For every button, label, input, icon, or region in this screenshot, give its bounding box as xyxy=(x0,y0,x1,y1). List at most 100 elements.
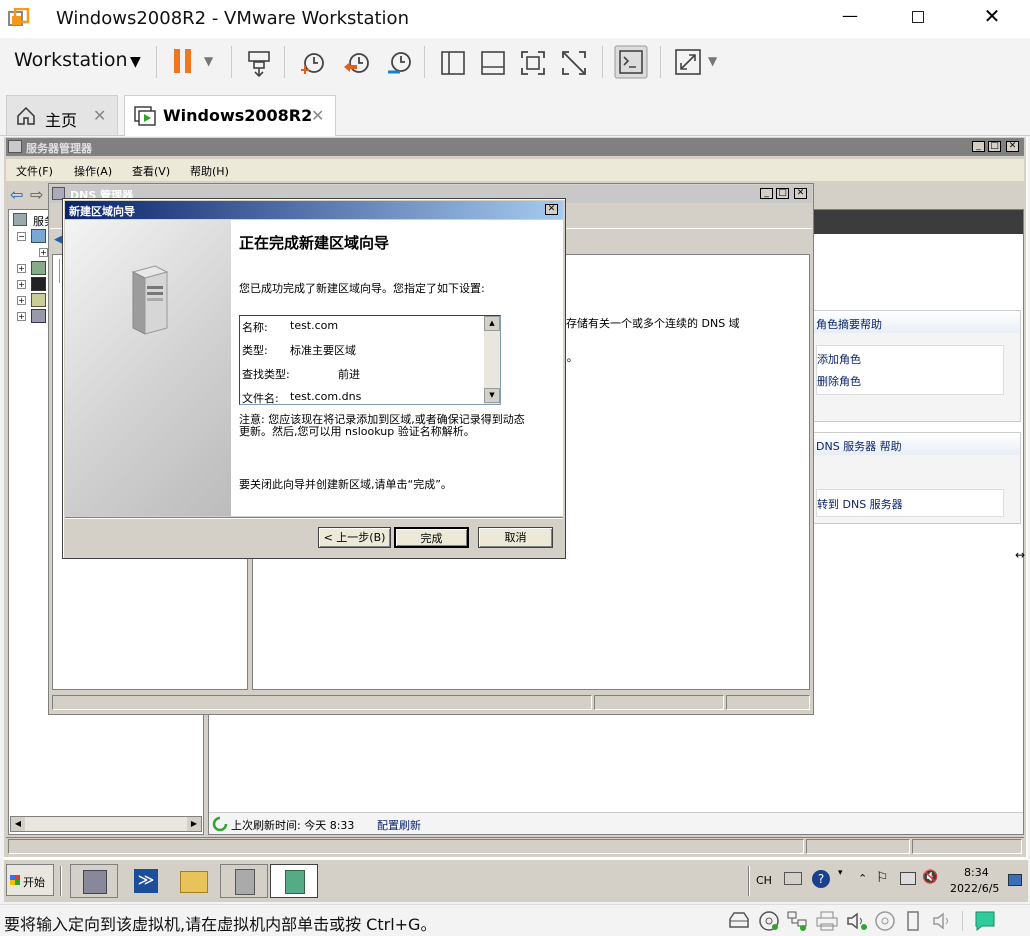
tab-home[interactable]: 主页 ✕ xyxy=(6,95,118,135)
server-manager-titlebar: 服务器管理器 _ □ ✕ xyxy=(6,138,1024,156)
configure-refresh-link[interactable]: 配置刷新 xyxy=(377,817,421,833)
keyboard-icon[interactable] xyxy=(784,872,802,885)
clock-time[interactable]: 8:34 xyxy=(964,866,989,879)
status-cell xyxy=(806,839,910,854)
role-summary-help-link[interactable]: 角色摘要帮助 xyxy=(816,316,882,332)
language-indicator[interactable]: CH xyxy=(756,874,772,887)
status-separator xyxy=(962,911,963,931)
home-icon xyxy=(17,106,35,125)
taskbar-server-manager-button[interactable] xyxy=(70,864,118,898)
new-zone-wizard-dialog: 新建区域向导 ✕ 正在完成新建区域向导 您已成功完成了新建区域向导。您指定了如下… xyxy=(62,198,566,559)
printer-icon[interactable] xyxy=(816,911,838,931)
unity-mode-icon[interactable] xyxy=(561,50,587,76)
hard-disk-icon[interactable] xyxy=(728,911,750,931)
audio-icon[interactable] xyxy=(932,911,954,931)
close-button[interactable]: ✕ xyxy=(982,4,1002,30)
setting-value: test.com xyxy=(290,319,339,332)
ime-options-icon[interactable]: ▾ xyxy=(838,868,843,878)
full-screen-icon[interactable] xyxy=(520,50,546,76)
workstation-dropdown-icon[interactable]: ▼ xyxy=(130,54,141,70)
snapshot-take-icon[interactable] xyxy=(298,48,328,78)
help-icon[interactable]: ? xyxy=(812,870,830,888)
scroll-right-icon[interactable]: ▶ xyxy=(187,817,201,831)
setting-label: 类型: xyxy=(242,344,268,357)
wizard-heading: 正在完成新建区域向导 xyxy=(239,234,390,252)
stretch-dropdown-icon[interactable]: ▼ xyxy=(708,54,717,68)
settings-listbox[interactable]: 名称: test.com 类型: 标准主要区域 查找类型: 前进 文件名: te… xyxy=(239,315,501,405)
show-desktop-button[interactable] xyxy=(1008,874,1022,886)
message-log-icon[interactable] xyxy=(974,910,996,932)
cd-dvd-icon[interactable] xyxy=(758,910,780,932)
network-icon[interactable] xyxy=(900,872,916,885)
wizard-close-button[interactable]: ✕ xyxy=(545,204,558,215)
status-cell xyxy=(8,839,804,854)
sm-maximize-button[interactable]: □ xyxy=(988,141,1001,152)
dns-minimize-button[interactable]: _ xyxy=(760,188,773,199)
network-adapter-icon[interactable] xyxy=(786,910,808,932)
tab-close-icon[interactable]: ✕ xyxy=(93,106,106,125)
tab-close-icon[interactable]: ✕ xyxy=(311,106,324,125)
guest-screen[interactable]: 服务器管理器 _ □ ✕ 文件(F) 操作(A) 查看(V) 帮助(H) ⇦ ⇨… xyxy=(4,137,1028,902)
tree-expander[interactable]: + xyxy=(39,248,48,257)
clock-date[interactable]: 2022/6/5 xyxy=(950,882,999,895)
taskbar-dns-button[interactable] xyxy=(270,864,318,898)
server-manager-icon xyxy=(83,870,107,894)
tree-hscrollbar[interactable]: ◀ ▶ xyxy=(10,816,202,832)
scroll-up-icon[interactable]: ▲ xyxy=(484,316,500,331)
dns-maximize-button[interactable]: □ xyxy=(776,188,789,199)
menu-view[interactable]: 查看(V) xyxy=(132,163,170,179)
menu-help[interactable]: 帮助(H) xyxy=(190,163,229,179)
sm-minimize-button[interactable]: _ xyxy=(972,141,985,152)
stretch-guest-icon[interactable] xyxy=(674,48,702,76)
tree-expander[interactable]: − xyxy=(17,232,26,241)
tab-windows2008r2[interactable]: Windows2008R2 ✕ xyxy=(124,95,336,136)
taskbar-powershell-button[interactable]: ≫ xyxy=(124,864,168,898)
pause-icon[interactable] xyxy=(172,48,194,74)
sm-close-button[interactable]: ✕ xyxy=(1006,141,1019,152)
snapshot-revert-icon[interactable] xyxy=(342,48,372,78)
tree-line xyxy=(59,259,60,283)
minimize-button[interactable]: — xyxy=(838,6,862,30)
back-button[interactable]: < 上一步(B) xyxy=(318,527,391,548)
setting-label: 查找类型: xyxy=(242,368,290,381)
dns-close-button[interactable]: ✕ xyxy=(794,188,807,199)
show-library-icon[interactable] xyxy=(440,50,466,76)
usb-drive-icon[interactable] xyxy=(902,910,924,932)
add-role-link[interactable]: 添加角色 xyxy=(817,351,861,367)
goto-dns-server-link[interactable]: 转到 DNS 服务器 xyxy=(817,496,903,512)
taskbar-explorer-button[interactable] xyxy=(172,864,216,898)
cancel-button[interactable]: 取消 xyxy=(478,527,553,548)
server-manager-title: 服务器管理器 xyxy=(26,142,92,155)
menu-action[interactable]: 操作(A) xyxy=(74,163,112,179)
thumbnail-bar-icon[interactable] xyxy=(480,50,506,76)
forward-arrow-icon[interactable]: ⇨ xyxy=(30,185,43,204)
send-ctrl-alt-del-icon[interactable] xyxy=(245,49,273,77)
start-button[interactable]: 开始 xyxy=(6,864,54,896)
volume-muted-icon[interactable]: 🔇 xyxy=(922,870,938,885)
back-arrow-icon[interactable]: ⇦ xyxy=(10,185,23,204)
scroll-left-icon[interactable]: ◀ xyxy=(11,817,25,831)
listbox-vscrollbar[interactable]: ▲ ▼ xyxy=(484,316,500,404)
remove-role-link[interactable]: 删除角色 xyxy=(817,373,861,389)
tab-label: Windows2008R2 xyxy=(163,106,313,125)
tree-expander[interactable]: + xyxy=(17,296,26,305)
console-view-icon[interactable] xyxy=(614,45,648,79)
features-icon xyxy=(31,261,46,275)
workstation-menu[interactable]: Workstation xyxy=(14,49,128,71)
dns-server-help-link[interactable]: DNS 服务器 帮助 xyxy=(816,438,902,454)
snapshot-manager-icon[interactable] xyxy=(384,48,414,78)
finish-button[interactable]: 完成 xyxy=(394,527,469,548)
maximize-button[interactable] xyxy=(912,11,924,23)
taskbar-tools-button[interactable] xyxy=(220,864,268,898)
usb-device-icon[interactable] xyxy=(874,910,896,932)
scroll-down-icon[interactable]: ▼ xyxy=(484,388,500,403)
tree-expander[interactable]: + xyxy=(17,264,26,273)
pause-dropdown-icon[interactable]: ▼ xyxy=(204,54,213,68)
setting-label: 文件名: xyxy=(242,392,279,405)
sound-card-icon[interactable] xyxy=(846,911,868,931)
show-hidden-icons[interactable]: ⌃ xyxy=(858,872,867,885)
action-center-flag-icon[interactable]: ⚐ xyxy=(876,870,889,886)
menu-file[interactable]: 文件(F) xyxy=(16,163,53,179)
tree-expander[interactable]: + xyxy=(17,280,26,289)
tree-expander[interactable]: + xyxy=(17,312,26,321)
